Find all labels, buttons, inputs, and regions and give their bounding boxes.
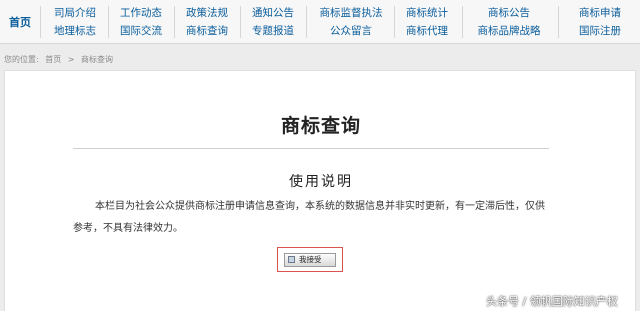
nav-divider [558, 6, 559, 38]
breadcrumb-home-link[interactable]: 首页 [45, 55, 61, 64]
nav-link[interactable]: 商标统计 [398, 4, 456, 22]
breadcrumb-current: 商标查询 [81, 55, 114, 64]
nav-column: 政策法规 商标查询 [178, 4, 236, 40]
nav-link[interactable]: 通知公告 [244, 4, 302, 22]
nav-link[interactable]: 工作动态 [112, 4, 170, 22]
nav-column: 通知公告 专题报道 [244, 4, 302, 40]
watermark-text: 头条号 / 领帆国际知识产权 [486, 295, 618, 308]
usage-description: 本栏目为社会公众提供商标注册申请信息查询，本系统的数据信息并非实时更新，有一定滞… [73, 201, 545, 234]
breadcrumb: 您的位置: 首页 > 商标查询 [4, 54, 117, 65]
nav-link[interactable]: 商标品牌战略 [466, 22, 552, 40]
nav-divider [40, 6, 41, 38]
nav-link[interactable]: 国际交流 [112, 22, 170, 40]
nav-divider [174, 6, 175, 38]
nav-column: 司局介绍 地理标志 [46, 4, 104, 40]
nav-link[interactable]: 公众留言 [312, 22, 390, 40]
breadcrumb-separator: > [67, 55, 75, 64]
content-panel: 商标查询 使用说明 本栏目为社会公众提供商标注册申请信息查询，本系统的数据信息并… [4, 70, 636, 311]
nav-column: 商标公告 商标品牌战略 [466, 4, 552, 40]
nav-link[interactable]: 国际注册 [562, 22, 638, 40]
nav-column: 商标申请 国际注册 [562, 4, 638, 40]
nav-divider [108, 6, 109, 38]
nav-link[interactable]: 商标公告 [466, 4, 552, 22]
nav-link[interactable]: 商标查询 [178, 22, 236, 40]
nav-divider [394, 6, 395, 38]
accept-button[interactable]: 我接受 [284, 252, 336, 267]
accept-button-label: 我接受 [299, 255, 322, 264]
title-divider [73, 148, 549, 149]
nav-link[interactable]: 商标代理 [398, 22, 456, 40]
nav-link[interactable]: 商标监督执法 [312, 4, 390, 22]
nav-home-link[interactable]: 首页 [0, 0, 40, 44]
section-title: 使用说明 [289, 174, 353, 190]
nav-column: 商标监督执法 公众留言 [312, 4, 390, 40]
page-title: 商标查询 [280, 115, 361, 137]
nav-link[interactable]: 政策法规 [178, 4, 236, 22]
nav-divider [306, 6, 307, 38]
top-nav: 首页 司局介绍 地理标志 工作动态 国际交流 政策法规 商标查询 通知公告 专题… [0, 0, 640, 44]
nav-column: 工作动态 国际交流 [112, 4, 170, 40]
nav-column: 商标统计 商标代理 [398, 4, 456, 40]
accept-button-highlight: 我接受 [277, 247, 343, 272]
breadcrumb-prefix: 您的位置: [4, 55, 39, 64]
nav-divider [240, 6, 241, 38]
nav-divider [462, 6, 463, 38]
nav-link[interactable]: 商标申请 [562, 4, 638, 22]
nav-link[interactable]: 专题报道 [244, 22, 302, 40]
accept-icon [288, 256, 295, 263]
nav-link[interactable]: 地理标志 [46, 22, 104, 40]
nav-link[interactable]: 司局介绍 [46, 4, 104, 22]
